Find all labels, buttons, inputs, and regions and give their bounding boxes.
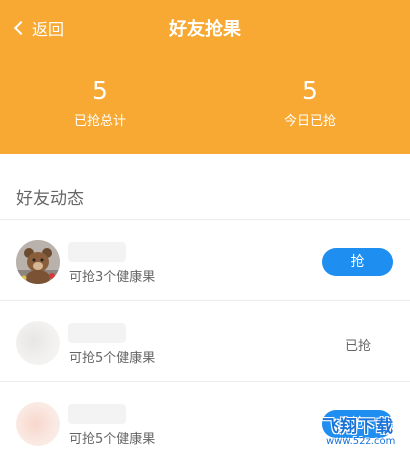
- friend-fruit-count: 可抢3个健康果: [69, 270, 156, 285]
- page-title: 好友抢果: [169, 19, 241, 40]
- friend-row: 可抢3个健康果 抢: [0, 220, 410, 300]
- header-bar: 返回 好友抢果 5 已抢总计 5 今日已抢: [0, 0, 410, 154]
- stat-total-label: 已抢总计: [73, 114, 126, 129]
- section-title: 好友动态: [16, 189, 84, 209]
- already-grabbed-label: 已抢: [345, 339, 372, 354]
- friend-fruit-count: 可抢5个健康果: [69, 432, 156, 447]
- grab-button[interactable]: 抢: [322, 248, 393, 276]
- stat-total-value: 5: [92, 76, 108, 105]
- teddy-bear-icon: [16, 240, 60, 284]
- avatar-blurred[interactable]: [16, 321, 60, 365]
- stat-total: 5 已抢总计: [40, 76, 160, 129]
- friend-fruit-count: 可抢5个健康果: [69, 351, 156, 366]
- friend-row: 可抢5个健康果 已抢: [0, 301, 410, 381]
- stat-today-value: 5: [302, 76, 318, 105]
- friend-name-redacted: [68, 323, 126, 343]
- stat-today-label: 今日已抢: [283, 114, 336, 129]
- avatar-blurred[interactable]: [16, 402, 60, 446]
- watermark-url: www.52z.com: [326, 436, 396, 447]
- friend-name-redacted: [68, 404, 126, 424]
- watermark-logo: 飞翔下载 www.52z.com: [318, 410, 410, 455]
- watermark-brand: 飞翔下载: [322, 417, 394, 437]
- stat-today: 5 今日已抢: [250, 76, 370, 129]
- friend-name-redacted: [68, 242, 126, 262]
- avatar-teddy-bear[interactable]: [16, 240, 60, 284]
